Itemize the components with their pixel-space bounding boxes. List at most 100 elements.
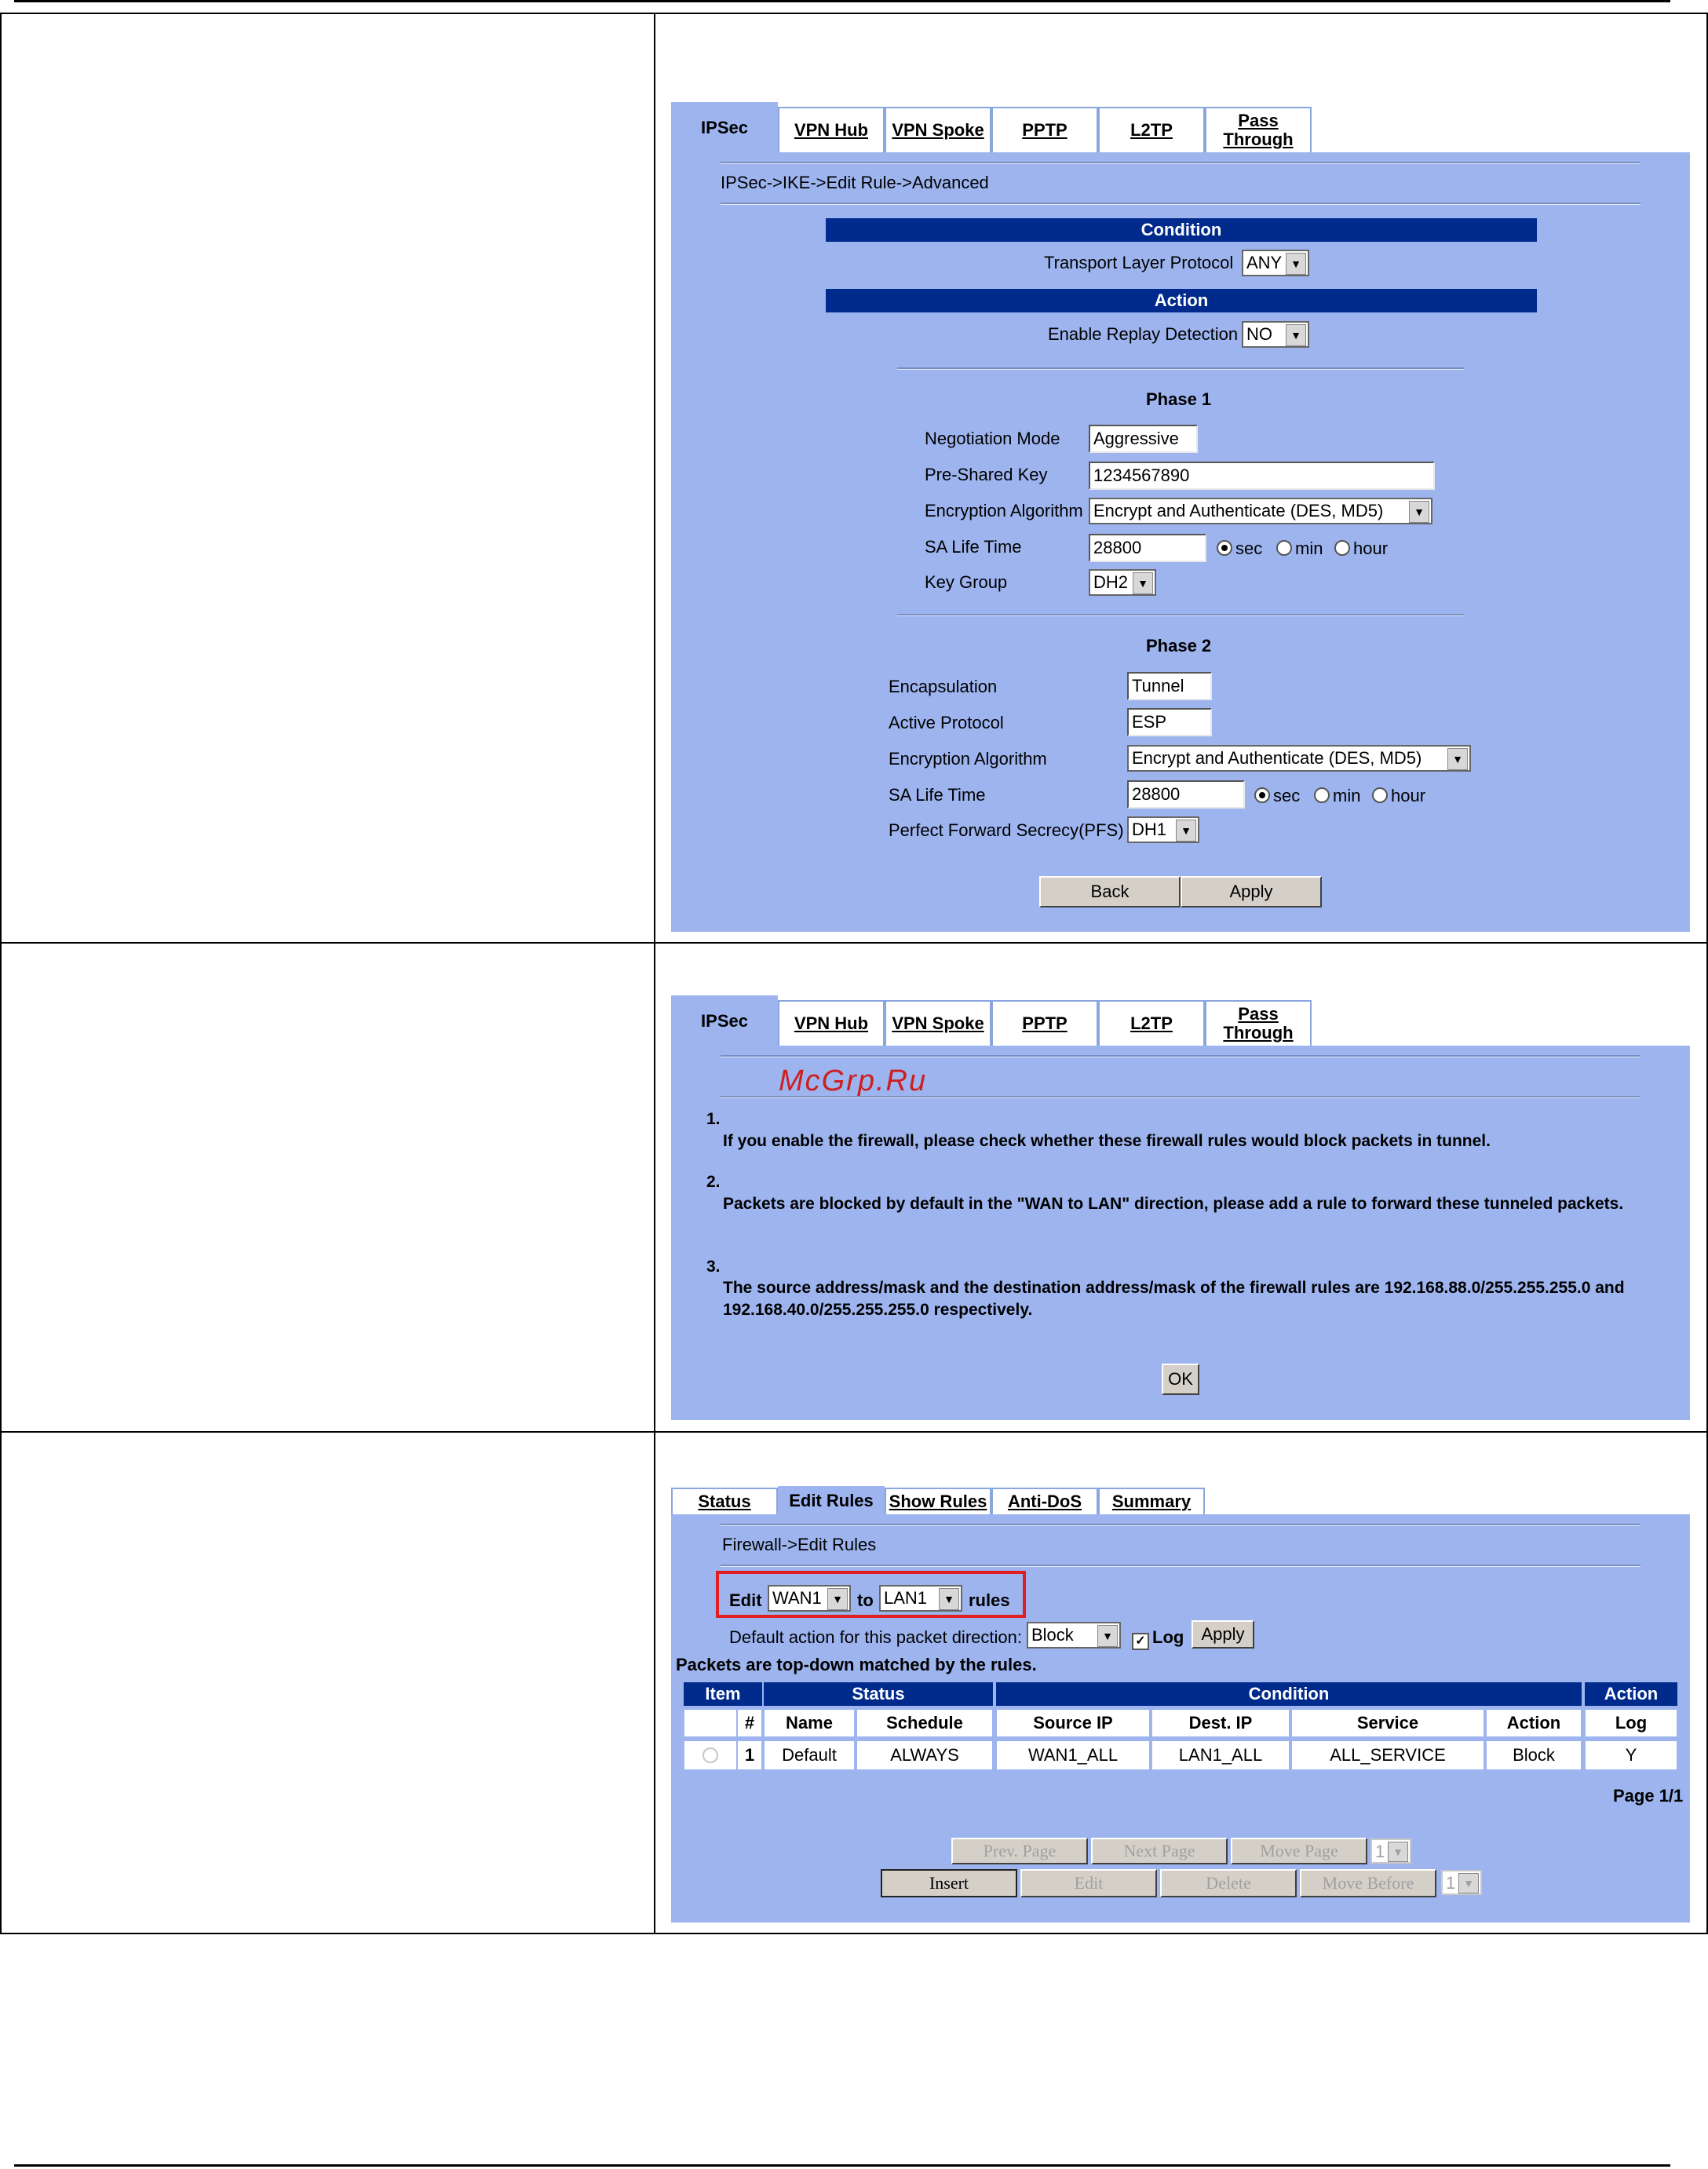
move-before-select[interactable]: 1 ▼ bbox=[1441, 1870, 1482, 1895]
phase2-encryption-select[interactable]: Encrypt and Authenticate (DES, MD5) ▼ bbox=[1127, 745, 1471, 772]
tab-show-rules[interactable]: Show Rules bbox=[885, 1488, 991, 1514]
move-before-button[interactable]: Move Before bbox=[1300, 1869, 1436, 1897]
divider bbox=[721, 1055, 1640, 1057]
phase2-unit-sec-radio[interactable]: sec bbox=[1254, 786, 1300, 806]
row-log: Y bbox=[1585, 1740, 1677, 1770]
note-2-number: 2. bbox=[706, 1173, 721, 1191]
chevron-down-icon: ▼ bbox=[1458, 1873, 1479, 1893]
column-header-select bbox=[684, 1709, 737, 1737]
phase1-encryption-select[interactable]: Encrypt and Authenticate (DES, MD5) ▼ bbox=[1089, 498, 1432, 524]
row-dest-ip: LAN1_ALL bbox=[1151, 1740, 1290, 1770]
page-number-select[interactable]: 1 ▼ bbox=[1370, 1839, 1411, 1864]
active-protocol-field[interactable]: ESP bbox=[1127, 708, 1212, 736]
tab-vpn-hub[interactable]: VPN Hub bbox=[778, 107, 885, 152]
table-row-divider-1 bbox=[0, 942, 1708, 944]
column-header-log: Log bbox=[1585, 1709, 1677, 1737]
pfs-label: Perfect Forward Secrecy(PFS) bbox=[889, 820, 1124, 840]
key-group-select[interactable]: DH2 ▼ bbox=[1089, 569, 1156, 596]
rules-label: rules bbox=[969, 1590, 1010, 1610]
tab-pptp[interactable]: PPTP bbox=[991, 1000, 1098, 1046]
divider bbox=[721, 1524, 1640, 1526]
apply-button[interactable]: Apply bbox=[1181, 876, 1322, 907]
table-bottom-border bbox=[0, 1933, 1708, 1934]
pfs-select[interactable]: DH1 ▼ bbox=[1127, 816, 1199, 843]
chevron-down-icon: ▼ bbox=[1409, 501, 1429, 523]
group-header-action: Action bbox=[1585, 1682, 1677, 1706]
default-action-select[interactable]: Block ▼ bbox=[1027, 1622, 1121, 1649]
from-interface-select[interactable]: WAN1 ▼ bbox=[768, 1585, 851, 1612]
phase1-title: Phase 1 bbox=[1146, 389, 1212, 409]
pre-shared-key-input[interactable]: 1234567890 bbox=[1089, 462, 1435, 490]
chevron-down-icon: ▼ bbox=[1388, 1842, 1408, 1862]
tab-bar: IPSec VPN Hub VPN Spoke PPTP L2TP Pass T… bbox=[671, 995, 1312, 1046]
chevron-down-icon: ▼ bbox=[1286, 253, 1306, 275]
ok-button[interactable]: OK bbox=[1162, 1364, 1199, 1395]
row-number: 1 bbox=[737, 1740, 762, 1770]
table-top-border bbox=[0, 13, 1708, 14]
next-page-button[interactable]: Next Page bbox=[1091, 1838, 1228, 1864]
phase1-unit-sec-radio[interactable]: sec bbox=[1217, 539, 1262, 559]
condition-header: Condition bbox=[826, 218, 1537, 242]
edit-button[interactable]: Edit bbox=[1020, 1869, 1157, 1897]
row-select-radio[interactable] bbox=[684, 1740, 737, 1770]
tab-pptp[interactable]: PPTP bbox=[991, 107, 1098, 152]
bottom-rule bbox=[14, 2164, 1670, 2167]
prev-page-button[interactable]: Prev. Page bbox=[951, 1838, 1088, 1864]
action-header: Action bbox=[826, 289, 1537, 312]
column-header-action: Action bbox=[1486, 1709, 1582, 1737]
chevron-down-icon: ▼ bbox=[1286, 324, 1306, 346]
tab-vpn-spoke[interactable]: VPN Spoke bbox=[885, 107, 991, 152]
tab-ipsec[interactable]: IPSec bbox=[671, 102, 778, 152]
encapsulation-field[interactable]: Tunnel bbox=[1127, 672, 1212, 700]
table-left-border bbox=[0, 13, 2, 1934]
negotiation-mode-field[interactable]: Aggressive bbox=[1089, 425, 1198, 453]
tab-status[interactable]: Status bbox=[671, 1488, 778, 1514]
column-header-service: Service bbox=[1291, 1709, 1484, 1737]
divider bbox=[897, 367, 1464, 370]
column-header-name: Name bbox=[764, 1709, 855, 1737]
to-interface-select[interactable]: LAN1 ▼ bbox=[879, 1585, 962, 1612]
tab-pass-through[interactable]: Pass Through bbox=[1205, 107, 1312, 152]
tab-vpn-hub[interactable]: VPN Hub bbox=[778, 1000, 885, 1046]
transport-protocol-select[interactable]: ANY ▼ bbox=[1242, 250, 1309, 276]
column-header-dest-ip: Dest. IP bbox=[1151, 1709, 1290, 1737]
pre-shared-key-label: Pre-Shared Key bbox=[925, 465, 1048, 484]
note-3-text: The source address/mask and the destinat… bbox=[723, 1279, 1625, 1319]
tab-anti-dos[interactable]: Anti-DoS bbox=[991, 1488, 1098, 1514]
tab-ipsec[interactable]: IPSec bbox=[671, 995, 778, 1046]
group-header-condition: Condition bbox=[996, 1682, 1582, 1706]
tab-summary[interactable]: Summary bbox=[1098, 1488, 1205, 1514]
chevron-down-icon: ▼ bbox=[1447, 748, 1468, 770]
row-source-ip: WAN1_ALL bbox=[996, 1740, 1150, 1770]
tab-l2tp[interactable]: L2TP bbox=[1098, 107, 1205, 152]
phase1-encryption-label: Encryption Algorithm bbox=[925, 501, 1083, 520]
apply-button[interactable]: Apply bbox=[1192, 1620, 1254, 1649]
phase2-unit-min-radio[interactable]: min bbox=[1314, 786, 1360, 806]
phase2-unit-hour-radio[interactable]: hour bbox=[1372, 786, 1425, 806]
divider bbox=[721, 1565, 1640, 1567]
edit-label: Edit bbox=[729, 1590, 762, 1610]
chevron-down-icon: ▼ bbox=[939, 1588, 959, 1610]
watermark-text: McGrp.Ru bbox=[779, 1064, 928, 1097]
key-group-label: Key Group bbox=[925, 572, 1008, 592]
table-row-divider-2 bbox=[0, 1431, 1708, 1433]
phase2-sa-life-input[interactable]: 28800 bbox=[1127, 780, 1245, 809]
note-1-number: 1. bbox=[706, 1110, 721, 1128]
replay-detection-select[interactable]: NO ▼ bbox=[1242, 321, 1309, 348]
phase1-unit-hour-radio[interactable]: hour bbox=[1334, 539, 1388, 559]
back-button[interactable]: Back bbox=[1039, 876, 1181, 907]
tab-vpn-spoke[interactable]: VPN Spoke bbox=[885, 1000, 991, 1046]
radio-icon bbox=[703, 1747, 718, 1763]
delete-button[interactable]: Delete bbox=[1160, 1869, 1297, 1897]
tab-l2tp[interactable]: L2TP bbox=[1098, 1000, 1205, 1046]
insert-button[interactable]: Insert bbox=[881, 1869, 1017, 1897]
replay-detection-label: Enable Replay Detection bbox=[1048, 324, 1239, 344]
log-checkbox[interactable]: ✓ Log bbox=[1132, 1627, 1184, 1650]
tab-pass-through[interactable]: Pass Through bbox=[1205, 1000, 1312, 1046]
move-page-button[interactable]: Move Page bbox=[1231, 1838, 1367, 1864]
row-name: Default bbox=[764, 1740, 855, 1770]
tab-edit-rules[interactable]: Edit Rules bbox=[778, 1486, 885, 1514]
phase1-sa-life-input[interactable]: 28800 bbox=[1089, 534, 1206, 562]
chevron-down-icon: ▼ bbox=[1176, 820, 1196, 842]
phase1-unit-min-radio[interactable]: min bbox=[1276, 539, 1323, 559]
